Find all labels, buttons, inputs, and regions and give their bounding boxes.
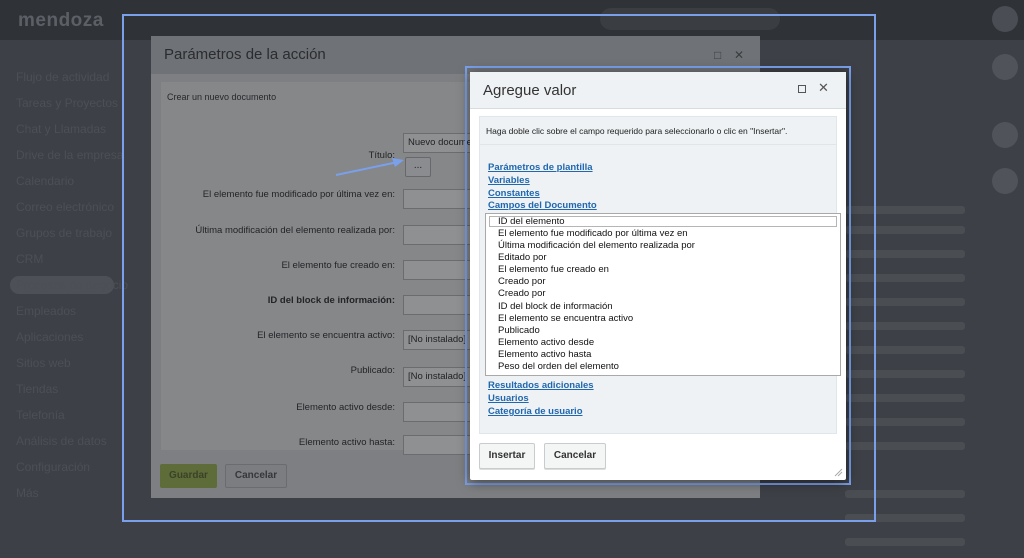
avatar [992, 122, 1018, 148]
list-item[interactable]: Última modificación del elemento realiza… [486, 240, 840, 252]
sidebar-item: Tiendas [16, 382, 59, 396]
sidebar-item: Más [16, 486, 39, 500]
add-value-dialog: Agregue valor ✕ Haga doble clic sobre el… [470, 72, 846, 480]
avatar [992, 6, 1018, 32]
section-link-users[interactable]: Usuarios [488, 393, 529, 404]
instruction-text: Haga doble clic sobre el campo requerido… [486, 126, 788, 136]
list-item[interactable]: Publicado [486, 325, 840, 337]
list-item[interactable]: Creado por [486, 288, 840, 300]
list-item[interactable]: El elemento fue creado en [486, 264, 840, 276]
sidebar-item: Grupos de trabajo [16, 226, 113, 240]
sidebar-item: Drive de la empresa [16, 148, 124, 162]
sidebar-item: Chat y Llamadas [16, 122, 107, 136]
sidebar-item: Aplicaciones [16, 330, 84, 344]
maximize-icon[interactable] [798, 85, 806, 93]
close-icon[interactable]: ✕ [818, 81, 829, 95]
notification-icon [992, 54, 1018, 80]
list-item [845, 538, 965, 546]
dialog-header: Agregue valor ✕ [470, 72, 846, 109]
list-item[interactable]: Peso del orden del elemento [486, 361, 840, 373]
list-item[interactable]: Elemento activo hasta [486, 349, 840, 361]
section-link-document-fields[interactable]: Campos del Documento [488, 200, 597, 211]
sidebar-item: Correo electrónico [16, 200, 115, 214]
sidebar-item: Calendario [16, 174, 75, 188]
list-item[interactable]: Editado por [486, 252, 840, 264]
sidebar-item: Empleados [16, 304, 77, 318]
document-fields-listbox[interactable]: ID del elemento El elemento fue modifica… [485, 213, 841, 376]
dialog-title: Agregue valor [483, 82, 577, 99]
sidebar-item: Procesos de negocio [16, 278, 129, 292]
sidebar-item: Flujo de actividad [16, 70, 110, 84]
section-link-additional-results[interactable]: Resultados adicionales [488, 380, 594, 391]
list-item[interactable]: ID del elemento [489, 216, 837, 227]
list-item[interactable]: El elemento se encuentra activo [486, 313, 840, 325]
sidebar-item: Tareas y Proyectos [16, 96, 119, 110]
list-item[interactable]: Creado por [486, 276, 840, 288]
left-sidebar: Flujo de actividad Tareas y Proyectos Ch… [0, 40, 128, 558]
cancel-button[interactable]: Cancelar [544, 443, 606, 469]
sidebar-item: Sitios web [16, 356, 71, 370]
logo: mendoza [18, 10, 104, 31]
resize-handle-icon[interactable] [834, 468, 843, 477]
sidebar-item: Telefonía [16, 408, 65, 422]
list-item[interactable]: El elemento fue modificado por última ve… [486, 228, 840, 240]
list-item[interactable]: ID del block de información [486, 301, 840, 313]
section-link-variables[interactable]: Variables [488, 175, 530, 186]
divider [480, 144, 836, 145]
section-link-template-params[interactable]: Parámetros de plantilla [488, 162, 593, 173]
sidebar-item: CRM [16, 252, 44, 266]
insert-button[interactable]: Insertar [479, 443, 535, 469]
section-link-user-category[interactable]: Categoría de usuario [488, 406, 583, 417]
avatar [992, 168, 1018, 194]
section-link-constants[interactable]: Constantes [488, 188, 540, 199]
sidebar-item: Configuración [16, 460, 91, 474]
list-item[interactable]: Elemento activo desde [486, 337, 840, 349]
sidebar-item: Análisis de datos [16, 434, 107, 448]
dialog-body: Haga doble clic sobre el campo requerido… [479, 116, 841, 434]
